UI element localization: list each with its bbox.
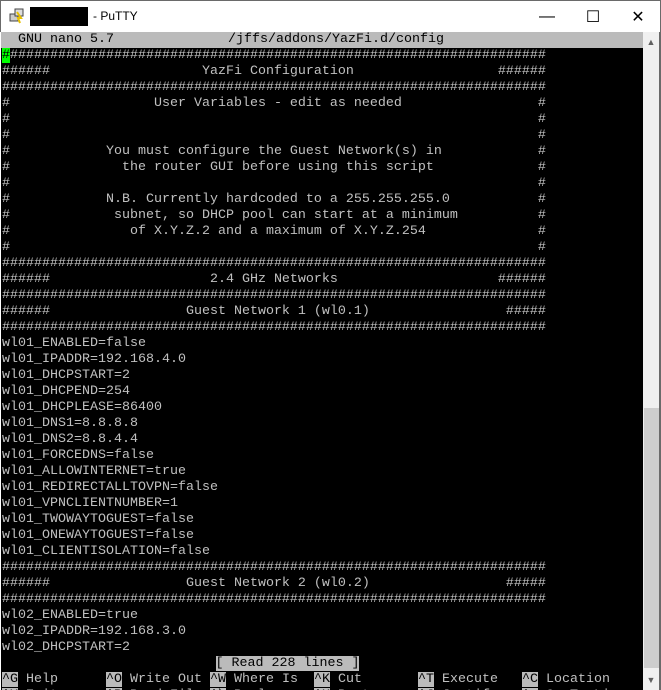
shortcut-label: Execute xyxy=(442,672,498,687)
editor-line: ###### Guest Network 1 (wl0.1) ##### xyxy=(2,304,546,319)
terminal[interactable]: GNU nano 5.7/jffs/addons/YazFi.d/config … xyxy=(1,32,643,690)
shortcut-item[interactable]: ^W Where Is xyxy=(210,672,298,688)
editor-line: ########################################… xyxy=(2,288,546,303)
shortcut-label: Help xyxy=(26,672,58,687)
maximize-button[interactable]: ☐ xyxy=(570,1,616,32)
editor-line: wl01_REDIRECTALLTOVPN=false xyxy=(2,480,218,495)
editor-line: wl01_FORCEDNS=false xyxy=(2,448,154,463)
editor-line: wl01_DNS1=8.8.8.8 xyxy=(2,416,138,431)
nano-title-bar: GNU nano 5.7/jffs/addons/YazFi.d/config xyxy=(1,32,643,48)
editor-line: # # xyxy=(2,112,546,127)
editor-line: # the router GUI before using this scrip… xyxy=(2,160,546,175)
shortcut-row: ^G Help ^O Write Out ^W Where Is ^K Cut ^T Execut… xyxy=(1,672,643,688)
editor-line: wl02_DHCPSTART=2 xyxy=(2,640,130,655)
shortcut-item[interactable]: ^C Location xyxy=(522,672,610,688)
editor-line: wl01_DNS2=8.8.4.4 xyxy=(2,432,138,447)
shortcut-key: ^K xyxy=(314,672,330,687)
shortcut-item[interactable]: ^T Execute xyxy=(418,672,498,688)
shortcut-key: ^G xyxy=(2,672,18,687)
scroll-down-arrow-icon[interactable]: ▼ xyxy=(643,672,659,688)
editor-line: # You must configure the Guest Network(s… xyxy=(2,144,546,159)
nano-filename: /jffs/addons/YazFi.d/config xyxy=(228,32,444,47)
editor-line: # of X.Y.Z.2 and a maximum of X.Y.Z.254 … xyxy=(2,224,546,239)
editor-line: ########################################… xyxy=(2,80,546,95)
editor-line: wl01_TWOWAYTOGUEST=false xyxy=(2,512,194,527)
shortcut-key: ^T xyxy=(418,672,434,687)
scrollbar[interactable]: ▲ ▼ xyxy=(643,32,661,690)
editor-line: # N.B. Currently hardcoded to a 255.255.… xyxy=(2,192,546,207)
editor-line: wl01_VPNCLIENTNUMBER=1 xyxy=(2,496,178,511)
putty-icon xyxy=(9,8,24,24)
editor-line: ########################################… xyxy=(2,560,546,575)
shortcut-label: Where Is xyxy=(234,672,298,687)
editor-line: wl01_IPADDR=192.168.4.0 xyxy=(2,352,186,367)
editor-line: ########################################… xyxy=(2,320,546,335)
status-line: [ Read 228 lines ] xyxy=(1,656,643,672)
editor-line: ########################################… xyxy=(2,256,546,271)
editor-content[interactable]: ########################################… xyxy=(1,48,643,656)
editor-line: wl01_ENABLED=false xyxy=(2,336,146,351)
editor-line: # # xyxy=(2,128,546,143)
shortcut-label: Write Out xyxy=(130,672,202,687)
editor-line: ########################################… xyxy=(2,48,546,63)
editor-line: ###### Guest Network 2 (wl0.2) ##### xyxy=(2,576,546,591)
editor-line: wl01_DHCPEND=254 xyxy=(2,384,130,399)
shortcut-label: Cut xyxy=(338,672,362,687)
editor-line: # # xyxy=(2,176,546,191)
editor-line: ###### YazFi Configuration ###### xyxy=(2,64,546,79)
editor-line: wl01_DHCPSTART=2 xyxy=(2,368,130,383)
editor-line: wl01_CLIENTISOLATION=false xyxy=(2,544,210,559)
shortcut-bar: ^G Help ^O Write Out ^W Where Is ^K Cut ^T Execut… xyxy=(1,672,643,690)
text-cursor: # xyxy=(2,48,10,63)
scrollbar-thumb[interactable] xyxy=(644,408,659,668)
shortcut-item[interactable]: ^O Write Out xyxy=(106,672,202,688)
editor-line: wl02_ENABLED=true xyxy=(2,608,138,623)
shortcut-item[interactable]: ^G Help xyxy=(2,672,58,688)
editor-line: ########################################… xyxy=(2,592,546,607)
shortcut-item[interactable]: ^K Cut xyxy=(314,672,362,688)
editor-line: wl01_ONEWAYTOGUEST=false xyxy=(2,528,194,543)
nano-version: GNU nano 5.7 xyxy=(18,32,114,47)
window-title: - PuTTY xyxy=(93,9,138,23)
shortcut-label: Location xyxy=(546,672,610,687)
editor-line: # subnet, so DHCP pool can start at a mi… xyxy=(2,208,546,223)
editor-line: # User Variables - edit as needed # xyxy=(2,96,546,111)
editor-line: wl01_ALLOWINTERNET=true xyxy=(2,464,186,479)
scroll-up-arrow-icon[interactable]: ▲ xyxy=(643,34,659,50)
editor-line: ###### 2.4 GHz Networks ###### xyxy=(2,272,546,287)
close-button[interactable]: ✕ xyxy=(615,1,661,32)
redacted-hostname xyxy=(30,7,88,26)
shortcut-key: ^O xyxy=(106,672,122,687)
title-bar: - PuTTY — ☐ ✕ xyxy=(0,0,661,32)
shortcut-key: ^W xyxy=(210,672,226,687)
editor-line: # # xyxy=(2,240,546,255)
shortcut-key: ^C xyxy=(522,672,538,687)
status-message: [ Read 228 lines ] xyxy=(215,656,360,671)
editor-line: wl01_DHCPLEASE=86400 xyxy=(2,400,162,415)
editor-line: wl02_IPADDR=192.168.3.0 xyxy=(2,624,186,639)
minimize-button[interactable]: — xyxy=(524,1,570,32)
